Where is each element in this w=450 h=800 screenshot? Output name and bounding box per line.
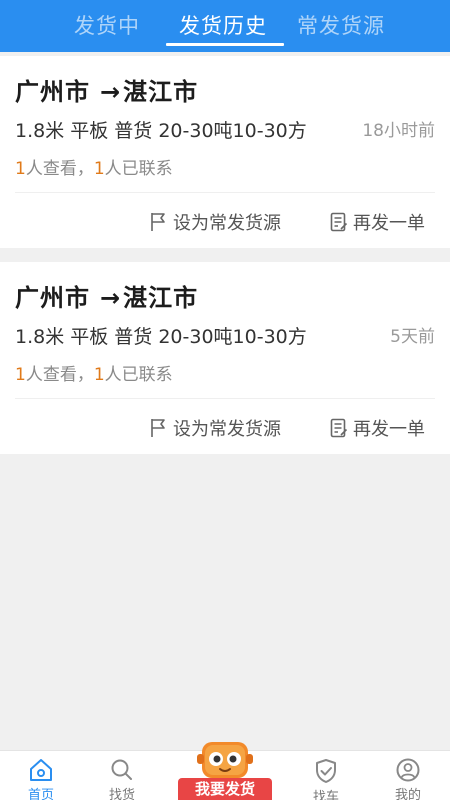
order-card[interactable]: 广州市 →湛江市 1.8米 平板 普货 20-30吨10-30方 18小时前 1人… xyxy=(0,56,450,248)
origin-city: 广州市 xyxy=(15,78,90,106)
nav-home-label: 首页 xyxy=(27,788,54,800)
home-icon xyxy=(30,759,52,781)
viewed-count: 1 xyxy=(15,365,26,385)
card-divider xyxy=(15,192,435,193)
viewed-text: 人查看， xyxy=(25,159,94,179)
contacted-count: 1 xyxy=(93,365,105,385)
top-tab-bar: 发货中 发货历史 常发货源 xyxy=(0,0,450,52)
nav-find-cargo[interactable]: 找货 xyxy=(92,758,152,800)
cargo-detail: 1.8米 平板 普货 20-30吨10-30方 xyxy=(15,120,307,142)
tab-shipping[interactable]: 发货中 xyxy=(74,10,140,40)
shield-check-icon xyxy=(316,759,336,783)
nav-home[interactable]: 首页 xyxy=(11,758,71,800)
set-frequent-source-label: 设为常发货源 xyxy=(173,419,281,440)
nav-find-truck-label: 找车 xyxy=(312,790,339,800)
repost-order-label: 再发一单 xyxy=(353,213,425,234)
flag-icon xyxy=(151,419,165,437)
origin-city: 广州市 xyxy=(15,284,90,312)
order-card[interactable]: 广州市 →湛江市 1.8米 平板 普货 20-30吨10-30方 5天前 1人查看… xyxy=(0,262,450,454)
document-edit-icon xyxy=(330,212,348,232)
publish-cargo-button[interactable]: 我要发货 xyxy=(178,778,272,800)
repost-order-label: 再发一单 xyxy=(353,419,425,440)
view-stats: 1人查看，1人已联系 xyxy=(15,360,173,385)
route-title: 广州市 →湛江市 xyxy=(15,72,198,107)
destination-city: 湛江市 xyxy=(123,78,199,106)
active-tab-indicator xyxy=(166,43,284,46)
user-icon xyxy=(396,758,420,782)
set-frequent-source-label: 设为常发货源 xyxy=(173,213,281,234)
mascot-icon[interactable] xyxy=(196,738,254,780)
document-edit-icon xyxy=(330,418,348,438)
post-time: 5天前 xyxy=(390,327,435,347)
route-title: 广州市 →湛江市 xyxy=(15,278,198,313)
destination-city: 湛江市 xyxy=(123,284,199,312)
nav-find-truck[interactable]: 找车 xyxy=(296,758,356,800)
card-divider xyxy=(15,398,435,399)
contacted-count: 1 xyxy=(93,159,105,179)
tab-shipping-history[interactable]: 发货历史 xyxy=(179,10,267,40)
viewed-count: 1 xyxy=(15,159,26,179)
route-arrow-icon: → xyxy=(100,78,122,106)
flag-icon xyxy=(151,213,165,231)
contacted-text: 人已联系 xyxy=(104,365,173,385)
tab-frequent-sources[interactable]: 常发货源 xyxy=(297,10,385,40)
repost-order-button[interactable]: 再发一单 xyxy=(330,415,425,441)
contacted-text: 人已联系 xyxy=(104,159,173,179)
post-time: 18小时前 xyxy=(362,121,435,141)
set-frequent-source-button[interactable]: 设为常发货源 xyxy=(150,415,281,441)
nav-mine-label: 我的 xyxy=(394,788,421,800)
repost-order-button[interactable]: 再发一单 xyxy=(330,209,425,235)
cargo-detail: 1.8米 平板 普货 20-30吨10-30方 xyxy=(15,326,307,348)
nav-mine[interactable]: 我的 xyxy=(378,758,438,800)
route-arrow-icon: → xyxy=(100,284,122,312)
set-frequent-source-button[interactable]: 设为常发货源 xyxy=(150,209,281,235)
search-icon xyxy=(111,759,132,780)
view-stats: 1人查看，1人已联系 xyxy=(15,154,173,179)
viewed-text: 人查看， xyxy=(25,365,94,385)
nav-find-cargo-label: 找货 xyxy=(108,788,135,800)
